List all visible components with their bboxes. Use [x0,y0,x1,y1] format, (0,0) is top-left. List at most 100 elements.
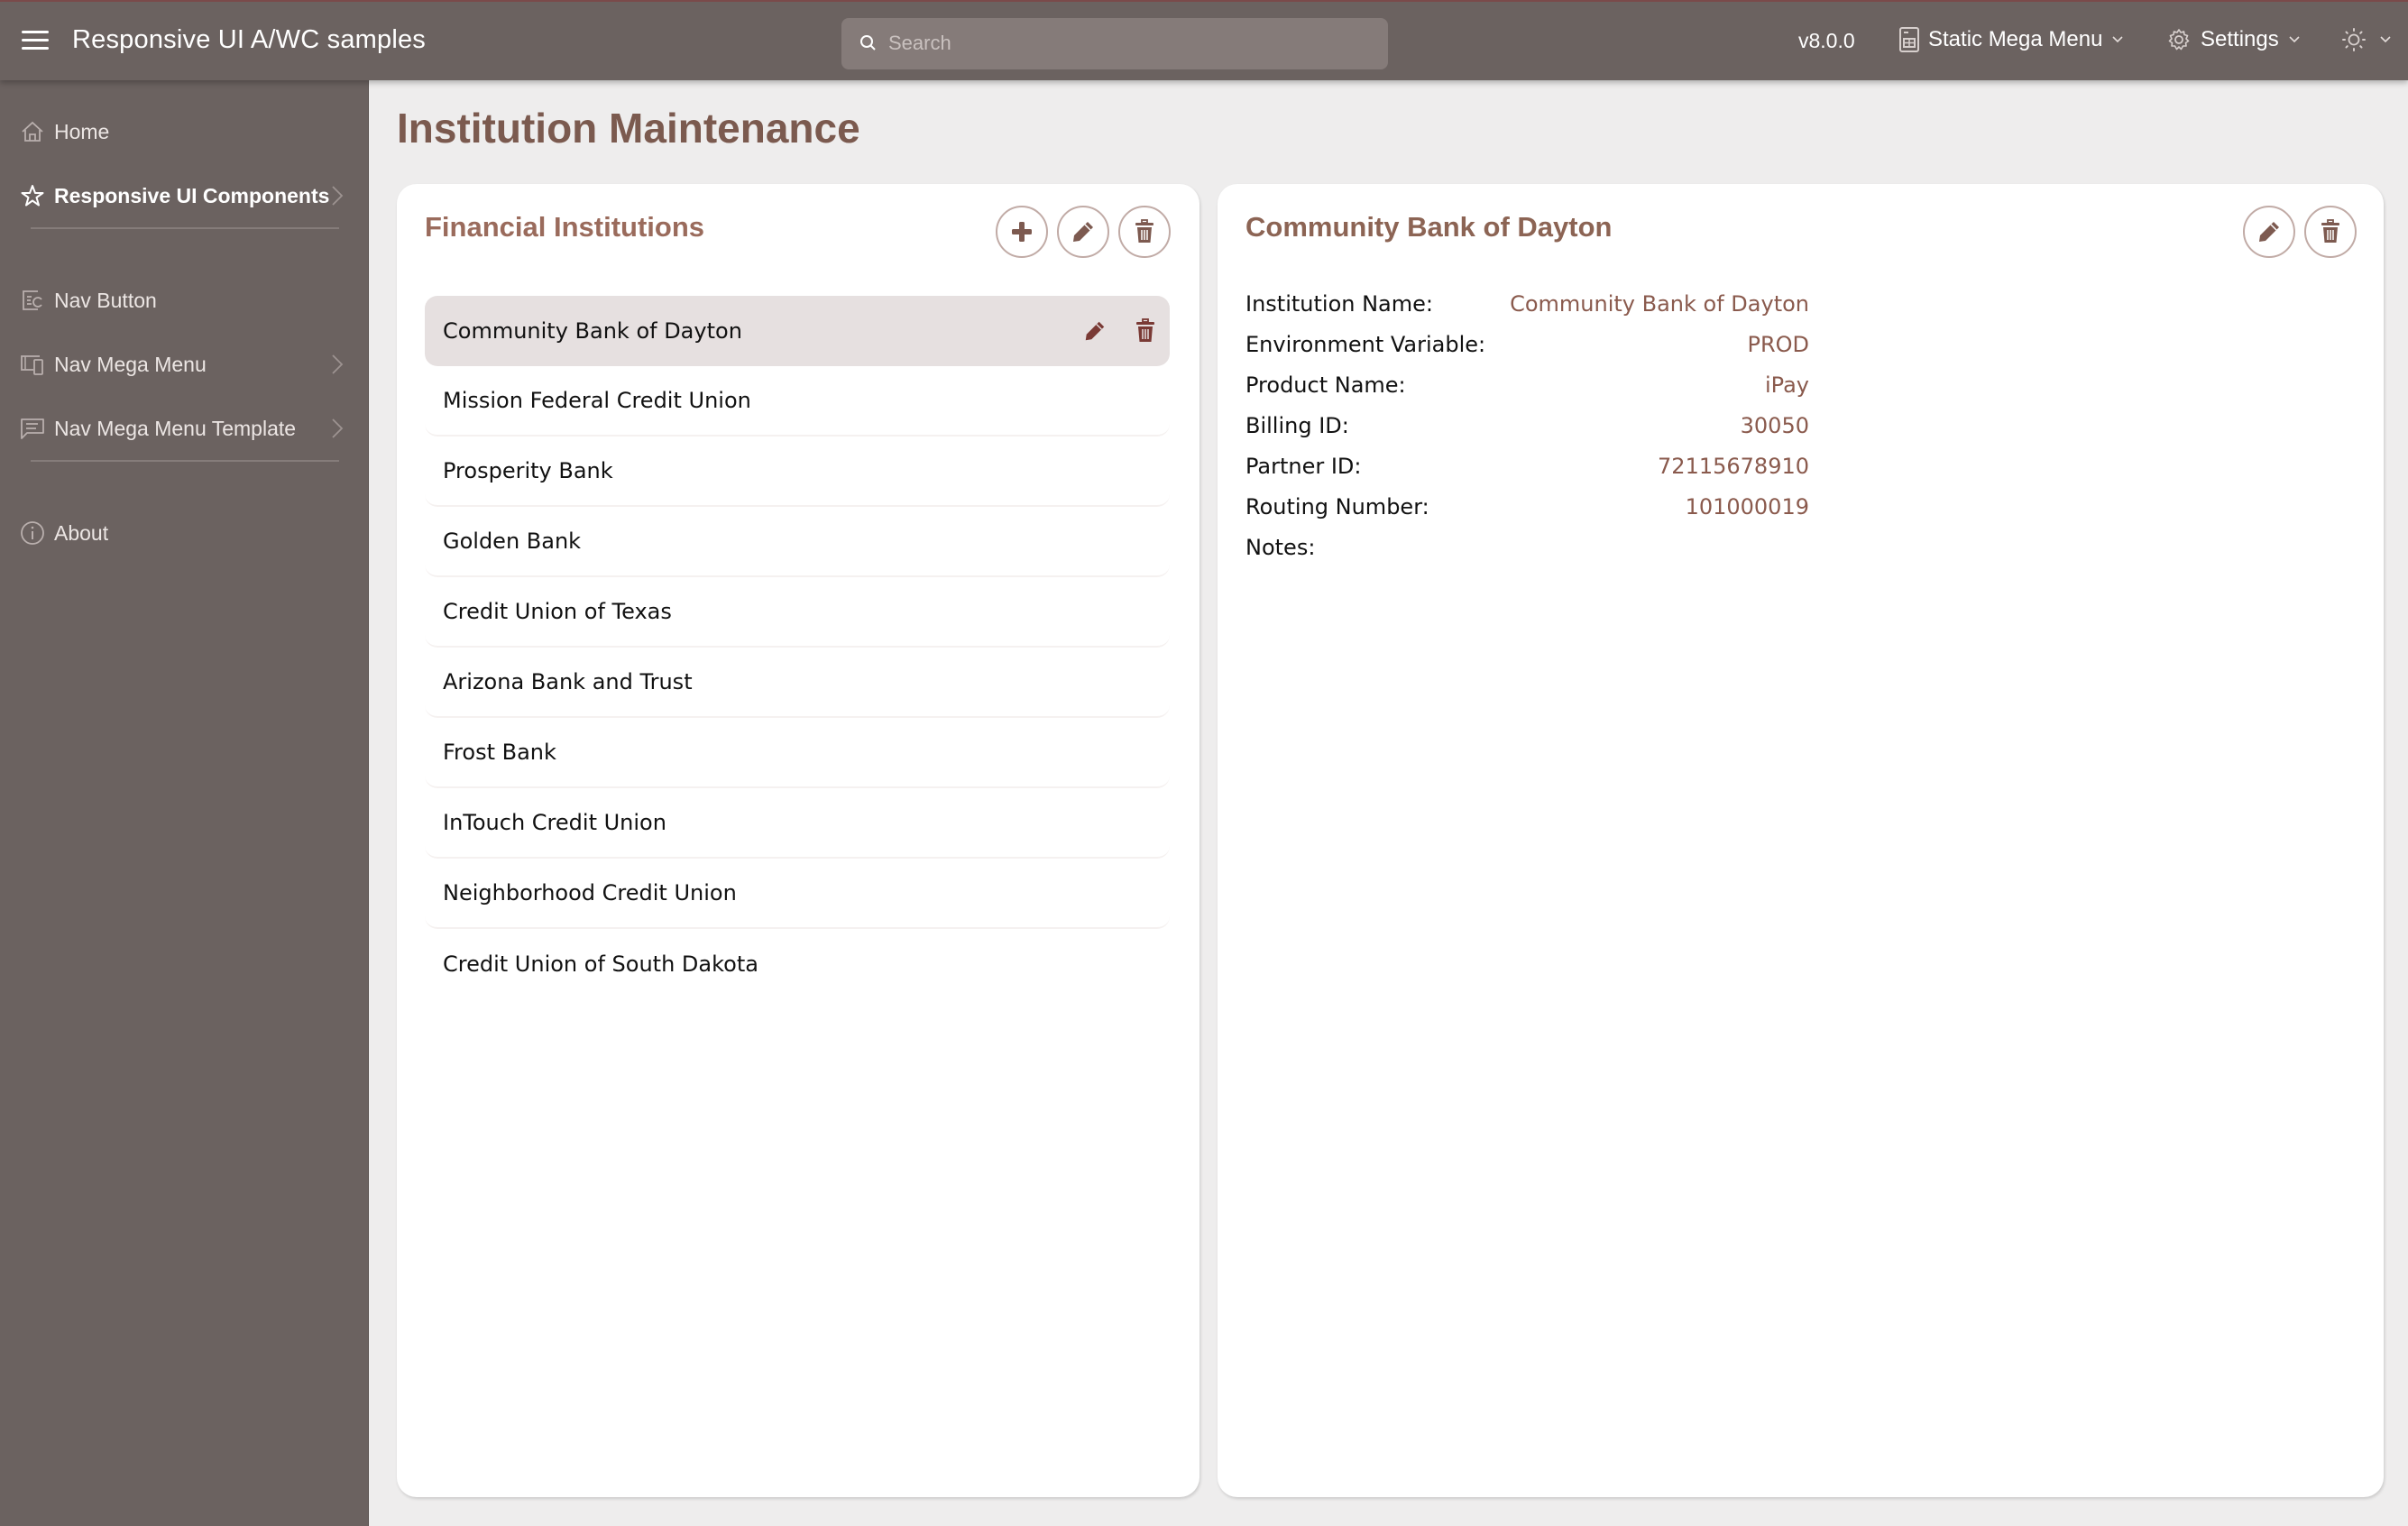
nav-button-icon [23,290,42,310]
institution-list: Community Bank of Dayton Mission Federal… [425,296,1170,999]
static-mega-menu-label: Static Mega Menu [1928,27,2103,51]
sidebar-divider [31,227,339,229]
chat-icon [21,418,44,439]
top-app-bar: Responsive UI A/WC samples v8.0.0 Static… [0,0,2408,80]
detail-title: Community Bank of Dayton [1245,211,1613,243]
settings-label: Settings [2201,27,2279,51]
institution-detail-card: Community Bank of Dayton Institution Nam… [1218,184,2384,1497]
row-edit-button[interactable] [1083,317,1107,345]
list-item[interactable]: Arizona Bank and Trust [425,648,1170,718]
version-label: v8.0.0 [1798,29,1855,52]
sidebar-item-nav-button[interactable]: Nav Button [20,282,345,318]
pencil-icon [1073,222,1093,242]
list-item[interactable]: Credit Union of Texas [425,577,1170,648]
page-title: Institution Maintenance [397,105,860,152]
list-item[interactable]: Mission Federal Credit Union [425,366,1170,437]
chevron-right-icon [332,186,344,206]
list-item-label: Arizona Bank and Trust [443,669,693,694]
detail-row-notes: Notes: [1245,527,1809,567]
theme-toggle-button[interactable] [2341,27,2392,52]
sidebar-item-label: Home [54,119,110,143]
search-icon [860,35,876,51]
star-icon [21,185,44,207]
detail-label: Billing ID: [1245,412,1349,438]
sun-icon [2342,28,2366,51]
home-icon [22,121,43,142]
add-institution-button[interactable] [996,206,1048,258]
detail-label: Institution Name: [1245,290,1433,317]
info-icon [21,521,44,545]
sidebar-item-label: Nav Mega Menu Template [54,416,297,440]
detail-label: Routing Number: [1245,493,1429,519]
static-mega-menu-button[interactable]: Static Mega Menu [1899,27,2124,52]
list-item-label: Prosperity Bank [443,458,613,483]
list-item[interactable]: Neighborhood Credit Union [425,859,1170,929]
list-item[interactable]: Credit Union of South Dakota [425,929,1170,999]
detail-row-partner-id: Partner ID: 72115678910 [1245,446,1809,486]
detail-fields: Institution Name: Community Bank of Dayto… [1245,283,1809,567]
detail-label: Partner ID: [1245,453,1362,479]
row-delete-button[interactable] [1134,317,1157,345]
pencil-icon [1085,321,1105,341]
detail-value: iPay [1765,372,1809,398]
sidebar-item-label: About [54,520,109,545]
detail-value: 72115678910 [1658,453,1809,479]
detail-value: 30050 [1740,412,1809,438]
sidebar-item-nav-mega-menu[interactable]: Nav Mega Menu [20,346,345,382]
detail-value: Community Bank of Dayton [1510,290,1809,317]
list-item[interactable]: Community Bank of Dayton [425,296,1170,366]
sidebar-item-label: Responsive UI Components [54,183,330,207]
card-title: Financial Institutions [425,211,705,243]
plus-icon [1012,222,1032,242]
chevron-right-icon [332,418,344,438]
sidebar-item-label: Nav Mega Menu [54,352,207,376]
list-item-label: Community Bank of Dayton [443,318,742,344]
detail-label: Product Name: [1245,372,1406,398]
list-item-label: Credit Union of South Dakota [443,951,758,977]
pencil-icon [2259,222,2279,242]
sidebar-item-about[interactable]: About [20,515,345,551]
search-box[interactable] [841,18,1388,69]
search-input[interactable] [888,25,1366,61]
sidebar-item-nav-mega-menu-template[interactable]: Nav Mega Menu Template [20,410,345,446]
list-item-label: Golden Bank [443,529,582,554]
sidebar-item-home[interactable]: Home [20,114,345,150]
edit-detail-button[interactable] [2243,206,2295,258]
chevron-right-icon [332,354,344,374]
edit-institution-button[interactable] [1057,206,1109,258]
detail-value: PROD [1747,331,1809,357]
app-title: Responsive UI A/WC samples [72,25,426,54]
list-item[interactable]: Golden Bank [425,507,1170,577]
list-item-label: Mission Federal Credit Union [443,388,751,413]
calculator-icon [1899,27,1919,52]
sidebar-divider [31,460,339,462]
detail-row-product-name: Product Name: iPay [1245,364,1809,405]
sidebar-item-responsive-ui-components[interactable]: Responsive UI Components [20,178,345,214]
list-item-label: Neighborhood Credit Union [443,880,737,905]
detail-label: Environment Variable: [1245,331,1486,357]
chevron-down-icon [2380,36,2391,43]
chevron-down-icon [2289,36,2300,43]
detail-row-billing-id: Billing ID: 30050 [1245,405,1809,446]
trash-icon [2321,219,2339,243]
detail-row-routing-number: Routing Number: 101000019 [1245,486,1809,527]
delete-detail-button[interactable] [2304,206,2357,258]
list-item-label: Credit Union of Texas [443,599,672,624]
detail-row-environment-variable: Environment Variable: PROD [1245,324,1809,364]
hamburger-menu-icon[interactable] [22,31,49,52]
list-item-label: Frost Bank [443,740,556,765]
list-item[interactable]: Prosperity Bank [425,437,1170,507]
financial-institutions-card: Financial Institutions Community Bank of… [397,184,1199,1497]
detail-row-institution-name: Institution Name: Community Bank of Dayto… [1245,283,1809,324]
sidebar: Home Responsive UI Components Nav Button… [0,80,369,1526]
trash-icon [1136,318,1154,342]
gear-icon [2168,29,2190,51]
list-item[interactable]: InTouch Credit Union [425,788,1170,859]
delete-institution-button[interactable] [1118,206,1171,258]
chevron-down-icon [2112,36,2124,43]
detail-label: Notes: [1245,534,1316,560]
list-item[interactable]: Frost Bank [425,718,1170,788]
detail-value: 101000019 [1685,493,1809,519]
settings-button[interactable]: Settings [2166,27,2301,52]
trash-icon [1135,219,1153,243]
